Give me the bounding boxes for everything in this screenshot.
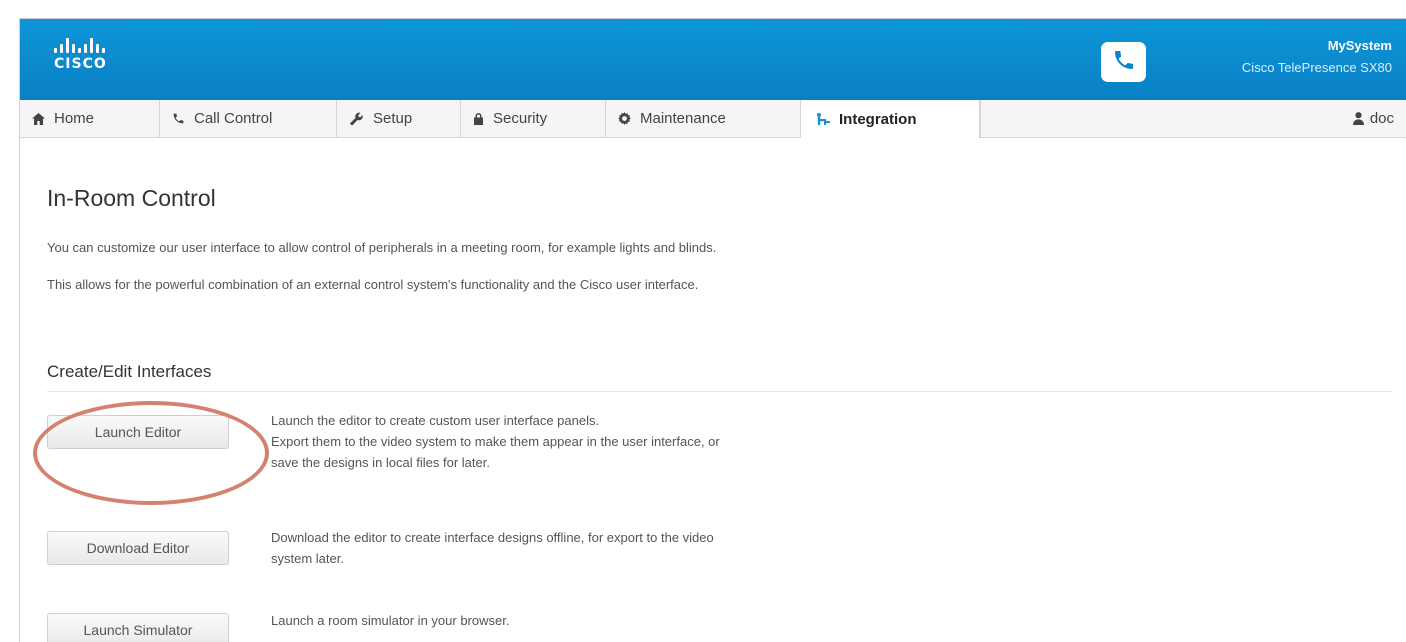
tab-maintenance[interactable]: Maintenance: [606, 100, 801, 137]
home-icon: [32, 112, 45, 125]
launch-editor-button[interactable]: Launch Editor: [47, 415, 229, 449]
tab-setup[interactable]: Setup: [337, 100, 461, 137]
phone-icon: [1112, 48, 1136, 77]
main-nav: Home Call Control Setup Security Mainten…: [20, 100, 1406, 138]
intro-text-2: This allows for the powerful combination…: [47, 277, 699, 292]
tab-security[interactable]: Security: [461, 100, 606, 137]
description-line: system later.: [271, 551, 344, 566]
page-title: In-Room Control: [47, 185, 216, 211]
tab-home[interactable]: Home: [20, 100, 160, 137]
description-line: Export them to the video system to make …: [271, 434, 720, 449]
logo-text: CISCO: [54, 56, 107, 72]
app-window: CISCO MySystem Cisco TelePresence SX80 H…: [19, 18, 1406, 642]
description-line: Download the editor to create interface …: [271, 530, 714, 545]
tab-label: Setup: [373, 110, 413, 127]
download-editor-description: Download the editor to create interface …: [271, 527, 971, 569]
launch-editor-description: Launch the editor to create custom user …: [271, 410, 971, 473]
header-bar: CISCO MySystem Cisco TelePresence SX80: [20, 19, 1406, 100]
tab-label: Integration: [839, 110, 917, 128]
gear-icon: [618, 112, 631, 125]
user-menu[interactable]: doc: [1352, 100, 1394, 137]
section-title: Create/Edit Interfaces: [47, 362, 212, 381]
lock-icon: [473, 112, 484, 125]
user-icon: [1352, 112, 1364, 125]
tab-label: Call Control: [194, 110, 273, 127]
cisco-logo-bars-icon: [54, 38, 107, 53]
cisco-logo[interactable]: CISCO: [54, 38, 107, 72]
integration-icon: [816, 113, 830, 125]
launch-simulator-description: Launch a room simulator in your browser.: [271, 610, 971, 631]
download-editor-button[interactable]: Download Editor: [47, 531, 229, 565]
call-button[interactable]: [1101, 42, 1146, 82]
system-name: MySystem: [1327, 38, 1392, 53]
description-line: Launch the editor to create custom user …: [271, 413, 600, 428]
description-line: save the designs in local files for late…: [271, 455, 490, 470]
user-name: doc: [1369, 110, 1394, 127]
section-divider: [47, 391, 1392, 392]
tab-label: Home: [54, 110, 95, 127]
tab-label: Security: [493, 110, 548, 127]
tab-integration[interactable]: Integration: [801, 100, 980, 138]
nav-divider: [980, 100, 981, 137]
tab-label: Maintenance: [640, 110, 726, 127]
launch-simulator-button[interactable]: Launch Simulator: [47, 613, 229, 642]
description-line: Launch a room simulator in your browser.: [271, 613, 510, 628]
wrench-icon: [349, 112, 364, 126]
tab-call-control[interactable]: Call Control: [160, 100, 337, 137]
system-model: Cisco TelePresence SX80: [1241, 60, 1392, 75]
phone-icon: [172, 112, 185, 125]
intro-text-1: You can customize our user interface to …: [47, 240, 717, 255]
